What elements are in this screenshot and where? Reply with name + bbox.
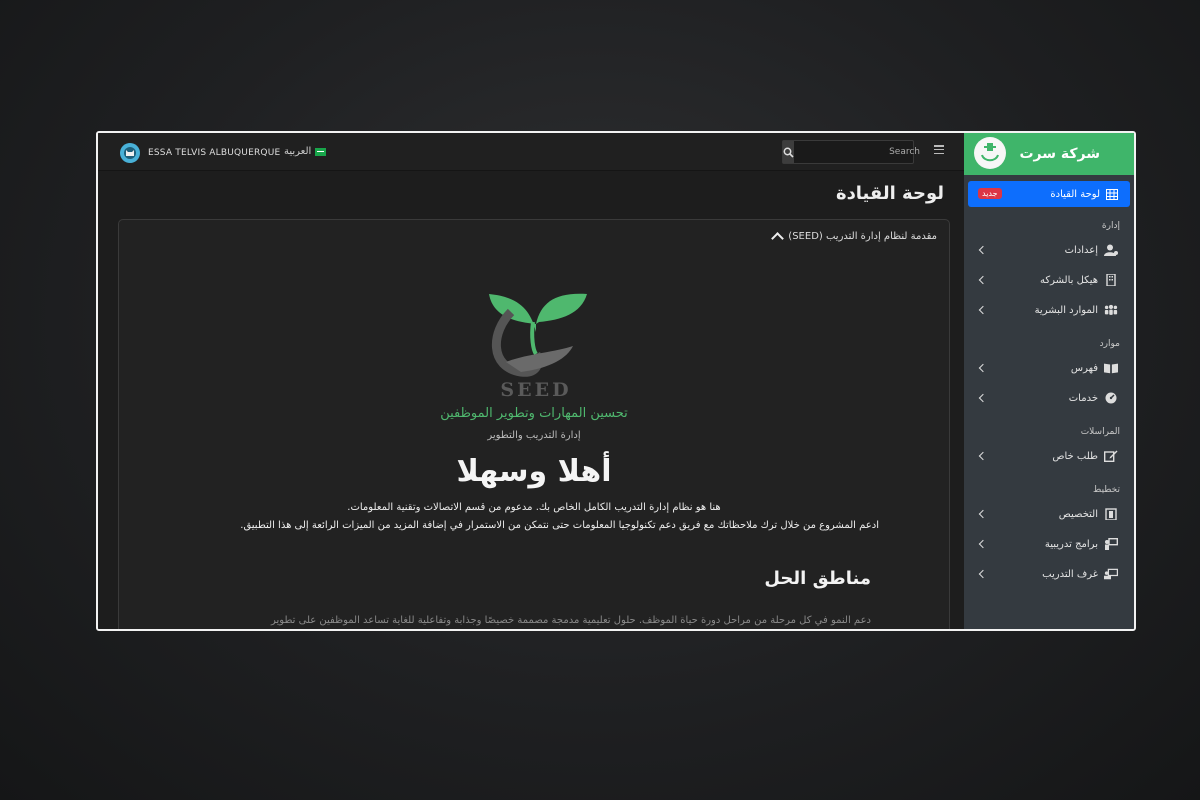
sidebar-item-services[interactable]: خدمات (964, 383, 1134, 413)
users-gear-icon (1104, 244, 1118, 256)
brand-name: شركة سرت (1019, 146, 1100, 162)
sidebar-item-settings[interactable]: إعدادات (964, 235, 1134, 265)
search-box (782, 140, 926, 164)
table-grid-icon (1106, 188, 1118, 200)
gauge-icon (1105, 392, 1117, 404)
sidebar-item-label: إعدادات (1064, 244, 1098, 256)
sidebar-item-label: غرف التدريب (1042, 568, 1098, 580)
intro-text-2: ادعم المشروع من خلال ترك ملاحظاتك مع فري… (240, 520, 879, 531)
search-icon (783, 147, 794, 158)
chevron-left-icon (978, 393, 988, 403)
logo-text: SEED (500, 379, 571, 401)
people-group-icon (1104, 304, 1118, 315)
chevron-left-icon (978, 509, 988, 519)
intro-text-1: هنا هو نظام إدارة التدريب الكامل الخاص ب… (347, 502, 721, 513)
sidebar-item-company-structure[interactable]: هيكل بالشركه (964, 265, 1134, 295)
sidebar-item-label: الموارد البشرية (1034, 304, 1098, 316)
user-avatar-icon (124, 147, 136, 159)
chevron-left-icon (978, 305, 988, 315)
clipboard-icon (1105, 508, 1117, 520)
intro-card: مقدمة لنظام إدارة التدريب (SEED) SEED تح… (118, 219, 950, 629)
sidebar: شركة سرت جديد لوحة القيادة إدارة إعدادات (964, 133, 1134, 629)
welcome-heading: أهلا وسهلا (456, 454, 612, 489)
section-title: مناطق الحل (764, 568, 871, 589)
chevron-left-icon (978, 451, 988, 461)
chevron-left-icon (978, 275, 988, 285)
book-open-icon (1104, 363, 1118, 374)
sidebar-item-label: طلب خاص (1052, 450, 1098, 462)
sidebar-brand[interactable]: شركة سرت (964, 133, 1134, 175)
sidebar-item-index[interactable]: فهرس (964, 353, 1134, 383)
avatar (120, 143, 140, 163)
sidebar-section-title: موارد (1099, 339, 1120, 349)
flag-icon (315, 147, 327, 156)
chevron-left-icon (978, 569, 988, 579)
language-switch[interactable]: العربية (284, 146, 327, 157)
sidebar-item-training-programs[interactable]: برامج تدريبية (964, 529, 1134, 559)
chevron-left-icon (978, 363, 988, 373)
user-name: ESSA TELVIS ALBUQUERQUE (148, 148, 281, 158)
sidebar-item-label: برامج تدريبية (1044, 538, 1098, 550)
chevron-left-icon (978, 539, 988, 549)
language-label: العربية (284, 146, 312, 157)
sidebar-item-allocation[interactable]: التخصيص (964, 499, 1134, 529)
sidebar-item-special-request[interactable]: طلب خاص (964, 441, 1134, 471)
sidebar-item-hr[interactable]: الموارد البشرية (964, 295, 1134, 325)
card-heading: مقدمة لنظام إدارة التدريب (SEED) (788, 231, 937, 242)
card-header[interactable]: مقدمة لنظام إدارة التدريب (SEED) (771, 230, 937, 245)
chevron-left-icon (978, 245, 988, 255)
menu-toggle-icon[interactable] (934, 145, 944, 154)
sidebar-item-dashboard[interactable]: جديد لوحة القيادة (968, 181, 1130, 207)
sidebar-item-label: لوحة القيادة (1050, 188, 1100, 200)
sidebar-section-title: إدارة (1101, 221, 1120, 231)
building-icon (1106, 274, 1116, 286)
tagline: تحسين المهارات وتطوير الموظفين (440, 406, 628, 421)
search-button[interactable] (783, 141, 794, 163)
new-badge: جديد (978, 188, 1002, 199)
sidebar-item-label: التخصيص (1058, 508, 1098, 520)
sidebar-item-label: خدمات (1068, 392, 1098, 404)
app-window: ESSA TELVIS ALBUQUERQUE العربية لوحة الق… (96, 131, 1136, 631)
chevron-up-icon[interactable] (771, 232, 785, 245)
seed-logo: SEED (489, 293, 587, 401)
sidebar-section-title: تخطيط (1093, 485, 1120, 495)
sidebar-item-label: هيكل بالشركه (1039, 274, 1098, 286)
edit-icon (1104, 450, 1118, 462)
top-navbar: ESSA TELVIS ALBUQUERQUE العربية (98, 133, 966, 171)
search-input[interactable] (794, 141, 926, 163)
main-area: ESSA TELVIS ALBUQUERQUE العربية لوحة الق… (98, 133, 966, 629)
company-logo-icon (974, 137, 1006, 169)
section-text: دعم النمو في كل مرحلة من مراحل دورة حياة… (271, 615, 871, 626)
classroom-icon (1104, 568, 1118, 580)
sidebar-section-title: المراسلات (1080, 427, 1120, 437)
teacher-icon (1105, 538, 1118, 550)
user-menu[interactable]: ESSA TELVIS ALBUQUERQUE (120, 143, 280, 163)
subtagline: إدارة التدريب والتطوير (487, 430, 581, 441)
sidebar-item-label: فهرس (1070, 362, 1098, 374)
sidebar-item-training-rooms[interactable]: غرف التدريب (964, 559, 1134, 589)
page-title: لوحة القيادة (835, 183, 944, 204)
